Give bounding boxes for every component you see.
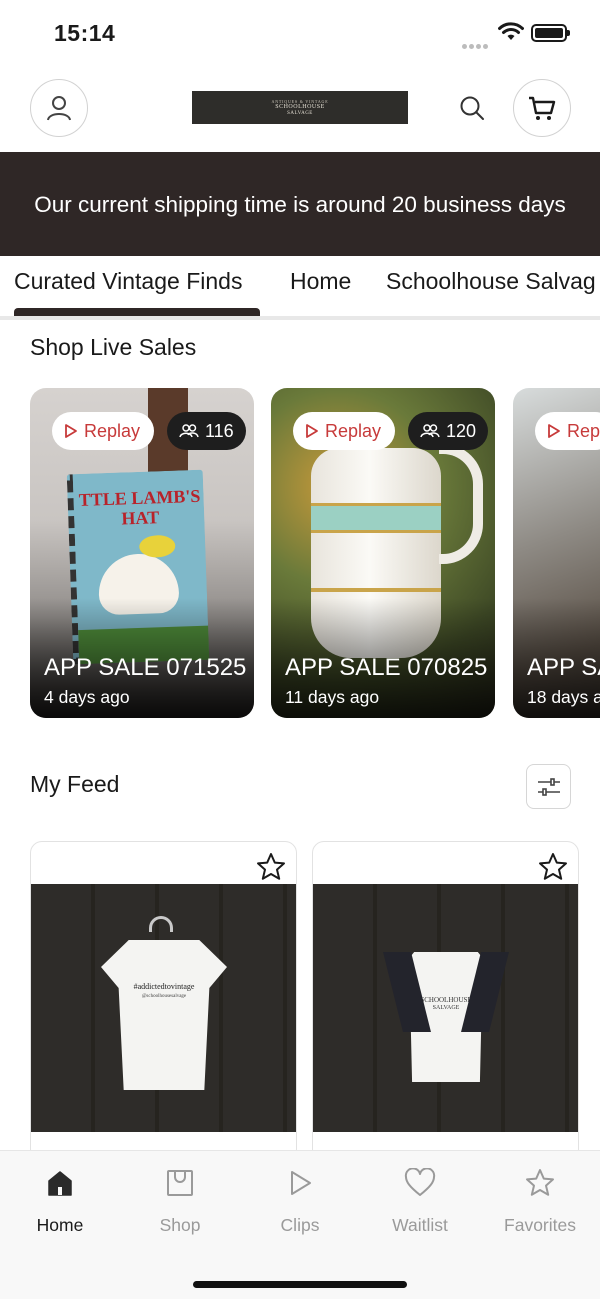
sale-title: APP SA bbox=[527, 654, 600, 681]
replay-label: Replay bbox=[325, 420, 382, 441]
sale-time-ago: 11 days ago bbox=[285, 687, 380, 707]
live-sale-card[interactable]: Replay 120 APP SALE 070825 11 days ago bbox=[271, 388, 495, 718]
pitcher-handle bbox=[439, 444, 483, 564]
viewer-count: 116 bbox=[205, 420, 234, 441]
favorite-button[interactable] bbox=[536, 850, 570, 884]
replay-button[interactable]: Rep bbox=[535, 412, 600, 450]
product-image: #addictedtovintage @schoolhousesalvage bbox=[31, 884, 296, 1132]
feed-product-card[interactable]: SCHOOLHOUSE SALVAGE bbox=[312, 841, 579, 1161]
category-tabs: Curated Vintage Finds Home Schoolhouse S… bbox=[0, 256, 600, 320]
shopping-bag-icon bbox=[167, 1170, 193, 1196]
viewer-count-badge: 116 bbox=[167, 412, 246, 450]
nav-waitlist-label: Waitlist bbox=[392, 1215, 448, 1235]
live-sales-carousel[interactable]: TTLE LAMB'S HAT Replay 116 APP SALE 0715… bbox=[0, 388, 600, 718]
play-outline-icon bbox=[65, 424, 77, 438]
nav-favorites[interactable]: Favorites bbox=[480, 1165, 600, 1236]
live-sales-title: Shop Live Sales bbox=[30, 334, 197, 360]
nav-favorites-label: Favorites bbox=[504, 1215, 576, 1235]
logo-subname: SALVAGE bbox=[287, 110, 313, 116]
nav-home-label: Home bbox=[36, 1215, 84, 1235]
brand-logo[interactable]: ANTIQUES & VINTAGE SCHOOLHOUSE SALVAGE bbox=[192, 91, 408, 124]
tab-schoolhouse-salvage[interactable]: Schoolhouse Salvag bbox=[386, 268, 596, 295]
star-icon bbox=[257, 853, 285, 880]
sliders-icon bbox=[537, 777, 560, 796]
live-sale-card[interactable]: Rep APP SA 18 days a bbox=[513, 388, 600, 718]
shirt-print-subtext: @schoolhousesalvage bbox=[141, 994, 187, 999]
battery-icon bbox=[531, 24, 570, 42]
nav-shop-label: Shop bbox=[159, 1215, 201, 1235]
replay-button[interactable]: Replay bbox=[52, 412, 155, 450]
search-button[interactable] bbox=[456, 92, 488, 124]
tab-home[interactable]: Home bbox=[290, 268, 351, 295]
filter-button[interactable] bbox=[526, 764, 571, 809]
play-icon bbox=[291, 1171, 311, 1195]
feed-product-card[interactable]: #addictedtovintage @schoolhousesalvage bbox=[30, 841, 297, 1161]
wifi-icon bbox=[498, 22, 524, 40]
viewer-count: 120 bbox=[446, 420, 477, 441]
viewers-icon bbox=[179, 424, 199, 438]
active-tab-indicator bbox=[14, 308, 260, 316]
sale-time-ago: 18 days a bbox=[527, 687, 600, 707]
bottom-navigation: Home Shop Clips Waitlist Favorites bbox=[0, 1150, 600, 1299]
sale-title: APP SALE 071525 bbox=[44, 654, 247, 681]
heart-icon bbox=[404, 1168, 436, 1196]
replay-label: Rep bbox=[567, 420, 600, 441]
home-indicator[interactable] bbox=[193, 1281, 407, 1288]
shipping-banner: Our current shipping time is around 20 b… bbox=[0, 152, 600, 256]
star-icon bbox=[539, 853, 567, 880]
nav-home[interactable]: Home bbox=[0, 1165, 120, 1236]
viewer-count-badge: 120 bbox=[408, 412, 489, 450]
nav-waitlist[interactable]: Waitlist bbox=[360, 1165, 480, 1236]
home-icon bbox=[48, 1171, 72, 1196]
search-icon bbox=[460, 96, 484, 120]
play-outline-icon bbox=[548, 424, 560, 438]
product-image: SCHOOLHOUSE SALVAGE bbox=[313, 884, 578, 1132]
shipping-banner-text: Our current shipping time is around 20 b… bbox=[34, 191, 566, 217]
nav-clips-label: Clips bbox=[280, 1215, 320, 1235]
star-icon bbox=[526, 1169, 554, 1196]
feed-title: My Feed bbox=[30, 771, 120, 797]
status-bar: 15:14 bbox=[0, 0, 600, 66]
cart-button[interactable] bbox=[513, 79, 571, 137]
shirt-print-text: #addictedtovintage bbox=[133, 982, 195, 991]
replay-button[interactable]: Replay bbox=[293, 412, 396, 450]
user-icon bbox=[47, 96, 71, 121]
status-time: 15:14 bbox=[54, 20, 116, 46]
viewers-icon bbox=[420, 424, 440, 438]
live-sale-card[interactable]: TTLE LAMB'S HAT Replay 116 APP SALE 0715… bbox=[30, 388, 254, 718]
replay-label: Replay bbox=[84, 420, 141, 441]
favorite-button[interactable] bbox=[254, 850, 288, 884]
account-button[interactable] bbox=[30, 79, 88, 137]
sale-title: APP SALE 070825 bbox=[285, 654, 488, 681]
nav-shop[interactable]: Shop bbox=[120, 1165, 240, 1236]
cart-icon bbox=[529, 96, 556, 120]
play-outline-icon bbox=[306, 424, 318, 438]
signal-dots-icon bbox=[462, 36, 492, 49]
tab-curated-vintage-finds[interactable]: Curated Vintage Finds bbox=[14, 268, 242, 295]
nav-clips[interactable]: Clips bbox=[240, 1165, 360, 1236]
sale-time-ago: 4 days ago bbox=[44, 687, 130, 707]
logo-name: SCHOOLHOUSE bbox=[275, 103, 325, 110]
app-header: ANTIQUES & VINTAGE SCHOOLHOUSE SALVAGE bbox=[0, 66, 600, 152]
